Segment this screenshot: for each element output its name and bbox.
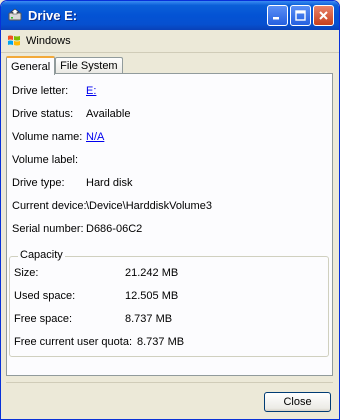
window-title: Drive E: — [28, 8, 78, 23]
drive-status-row: Drive status: Available — [12, 107, 130, 121]
volume-name-row: Volume name: N/A — [12, 130, 104, 144]
drive-status-value: Available — [86, 108, 131, 120]
volume-name-link[interactable]: N/A — [86, 131, 104, 143]
title-bar[interactable]: Drive E: — [1, 1, 339, 30]
minimize-button[interactable] — [267, 5, 288, 26]
used-space-label: Used space: — [14, 290, 76, 302]
free-space-label: Free space: — [14, 313, 73, 325]
drive-type-label: Drive type: — [12, 177, 65, 189]
quota-value: 8.737 MB — [137, 336, 185, 348]
drive-letter-link[interactable]: E: — [86, 85, 96, 97]
close-window-button[interactable] — [313, 5, 334, 26]
drive-status-label: Drive status: — [12, 108, 74, 120]
windows-menu[interactable]: Windows — [26, 35, 71, 47]
size-value: 21.242 MB — [125, 267, 179, 279]
maximize-icon — [295, 10, 306, 21]
drive-type-value: Hard disk — [86, 177, 133, 189]
drive-letter-row: Drive letter: E: — [12, 84, 96, 98]
maximize-button[interactable] — [290, 5, 311, 26]
capacity-group: Capacity Size: 21.242 MB Used space: 12.… — [9, 249, 329, 357]
used-space-row: Used space: 12.505 MB — [14, 290, 178, 302]
tab-strip: General File System — [6, 55, 123, 75]
volume-label-label: Volume label: — [12, 154, 79, 166]
used-space-value: 12.505 MB — [125, 290, 179, 302]
footer-separator — [6, 382, 333, 383]
close-icon — [319, 11, 328, 20]
capacity-title: Capacity — [18, 249, 65, 261]
drive-type-row: Drive type: Hard disk — [12, 176, 132, 190]
windows-logo-icon — [7, 34, 21, 48]
current-device-value: \Device\HarddiskVolume3 — [86, 200, 212, 212]
minimize-icon — [273, 17, 279, 20]
general-panel: Drive letter: E: Drive status: Available… — [6, 73, 333, 376]
tab-file-system[interactable]: File System — [55, 57, 123, 74]
drive-icon — [7, 8, 23, 24]
volume-label-row: Volume label: — [12, 153, 86, 167]
quota-row: Free current user quota: 8.737 MB — [14, 336, 184, 348]
current-device-row: Current device: \Device\HarddiskVolume3 — [12, 199, 212, 213]
free-space-value: 8.737 MB — [125, 313, 173, 325]
size-row: Size: 21.242 MB — [14, 267, 178, 279]
serial-number-row: Serial number: D686-06C2 — [12, 222, 142, 236]
serial-number-label: Serial number: — [12, 223, 84, 235]
size-label: Size: — [14, 267, 39, 279]
current-device-label: Current device: — [12, 200, 87, 212]
free-space-row: Free space: 8.737 MB — [14, 313, 172, 325]
volume-name-label: Volume name: — [12, 131, 83, 143]
tab-general[interactable]: General — [6, 56, 56, 75]
toolbar: Windows — [1, 30, 339, 53]
drive-letter-label: Drive letter: — [12, 85, 69, 97]
quota-label: Free current user quota: — [14, 336, 133, 348]
properties-window: Drive E: Windows General File System Dri… — [0, 0, 340, 420]
close-button[interactable]: Close — [264, 392, 331, 412]
serial-number-value: D686-06C2 — [86, 223, 143, 235]
